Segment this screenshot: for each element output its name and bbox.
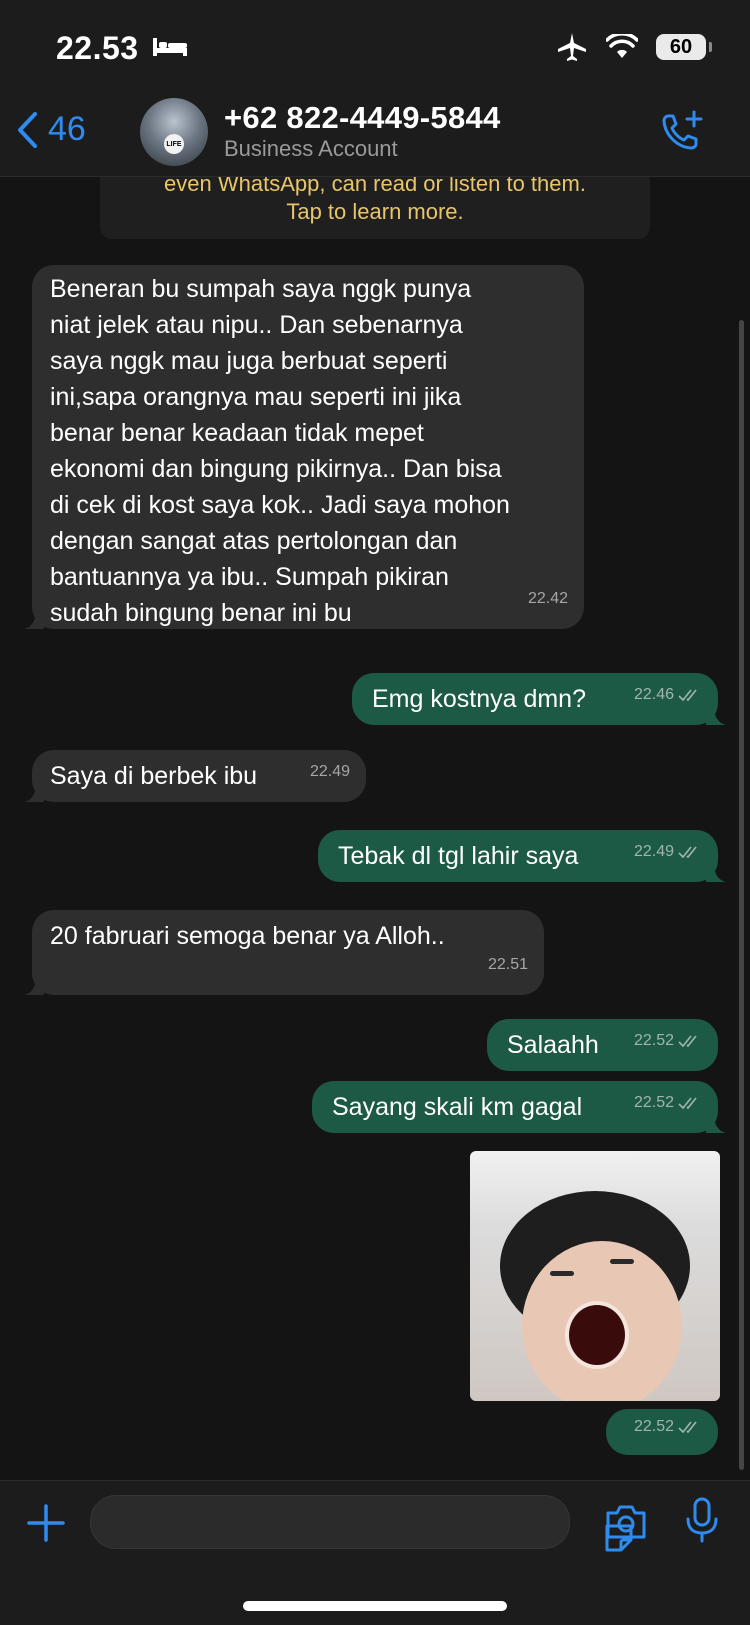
notice-line-2[interactable]: Tap to learn more. [100,199,650,225]
add-call-icon[interactable] [658,108,706,154]
back-button[interactable]: 46 [16,110,86,149]
read-receipt-icon [678,1421,697,1434]
message-outgoing[interactable]: Sayang skali km gagal 22.52 [312,1081,726,1133]
message-text: Salaahh [507,1031,599,1059]
contact-avatar[interactable]: LIFE [140,98,208,166]
image-message[interactable] [470,1151,720,1401]
chat-scrollbar[interactable] [739,320,744,1470]
message-line: saya nggk mau juga berbuat seperti [50,347,448,375]
chat-header: 46 LIFE +62 822-4449-5844 Business Accou… [0,96,750,177]
message-line: benar benar keadaan tidak mepet [50,419,424,447]
message-incoming[interactable]: Saya di berbek ibu 22.49 [24,750,366,802]
bubble-tail [24,975,44,995]
message-meta: 22.52 [634,1023,702,1059]
battery-indicator: 60 [656,34,712,60]
bubble-tail [706,705,726,725]
status-bar: 22.53 60 [0,0,750,100]
message-incoming[interactable]: Beneran bu sumpah saya nggk punya niat j… [24,265,584,629]
bubble-tail [706,862,726,882]
message-meta: 22.49 [310,754,350,790]
message-outgoing[interactable]: Salaahh 22.52 [487,1019,718,1071]
contact-name[interactable]: +62 822-4449-5844 [224,100,501,136]
message-line: dengan sangat atas pertolongan dan [50,527,458,555]
message-input[interactable] [90,1495,633,1552]
unread-count: 46 [48,110,86,148]
message-line: ekonomi dan bingung pikirnya.. Dan bisa [50,455,502,483]
message-meta: 22.52 [634,1409,702,1445]
bubble-tail [706,1113,726,1133]
message-line: niat jelek atau nipu.. Dan sebenarnya [50,311,463,339]
message-meta: 22.46 [634,677,702,713]
message-meta: 22.51 [488,947,528,983]
home-indicator[interactable] [243,1601,507,1611]
notice-line-1: even WhatsApp, can read or listen to the… [164,177,586,196]
message-time: 22.46 [633,686,674,703]
message-line: di cek di kost saya kok.. Jadi saya moho… [50,491,510,519]
message-outgoing[interactable]: Emg kostnya dmn? 22.46 [352,673,726,725]
airplane-icon [558,33,586,61]
read-receipt-icon [678,689,697,702]
avatar-badge: LIFE [164,134,184,154]
encryption-notice[interactable]: even WhatsApp, can read or listen to the… [100,177,650,239]
composer-bar [0,1480,750,1625]
contact-subtitle: Business Account [224,136,398,161]
message-text: Emg kostnya dmn? [372,685,586,713]
wifi-icon [606,34,638,58]
message-time: 22.51 [487,956,528,973]
message-time: 22.52 [633,1032,674,1049]
message-line: sudah bingung benar ini bu [50,599,352,627]
message-time: 22.52 [633,1094,674,1111]
plus-icon[interactable] [26,1503,66,1543]
message-line: Beneran bu sumpah saya nggk punya [50,275,472,303]
message-text: Sayang skali km gagal [332,1093,583,1121]
message-text: Tebak dl tgl lahir saya [338,842,579,870]
image-message-meta[interactable]: 22.52 [606,1409,718,1455]
message-time: 22.49 [309,763,350,780]
message-text: 20 fabruari semoga benar ya Alloh.. [50,922,445,950]
chevron-left-icon [18,111,37,148]
sleep-bed-icon [153,38,187,56]
chat-area[interactable]: even WhatsApp, can read or listen to the… [0,177,750,1480]
bubble-tail [24,782,44,802]
message-meta: 22.49 [634,834,702,870]
message-outgoing[interactable]: Tebak dl tgl lahir saya 22.49 [318,830,726,882]
camera-icon[interactable] [604,1501,648,1541]
message-time: 22.49 [633,843,674,860]
bubble-tail [24,609,44,629]
message-meta: 22.52 [634,1085,702,1121]
read-receipt-icon [678,1035,697,1048]
status-time: 22.53 [56,30,139,66]
message-meta: 22.42 [528,581,568,617]
message-time: 22.42 [527,590,568,607]
message-line: bantuannya ya ibu.. Sumpah pikiran [50,563,449,591]
read-receipt-icon [678,846,697,859]
message-incoming[interactable]: 20 fabruari semoga benar ya Alloh.. 22.5… [24,910,544,995]
read-receipt-icon [678,1097,697,1110]
microphone-icon[interactable] [684,1497,720,1543]
message-time: 22.52 [633,1418,674,1435]
message-line: ini,sapa orangnya mau seperti ini jika [50,383,462,411]
message-text: Saya di berbek ibu [50,762,258,790]
